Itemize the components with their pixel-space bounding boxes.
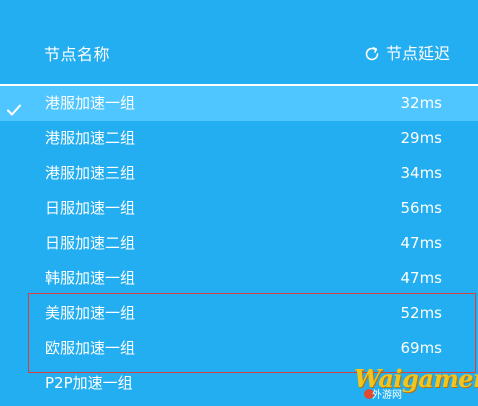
node-name: 欧服加速一组	[45, 339, 136, 357]
refresh-icon	[363, 45, 381, 63]
node-name: 日服加速一组	[45, 199, 136, 217]
node-name: 日服加速二组	[45, 234, 136, 252]
node-latency: 52ms	[400, 304, 442, 322]
node-latency: 32ms	[400, 94, 442, 112]
node-name: 美服加速一组	[45, 304, 136, 322]
watermark-text: Waigamer	[354, 364, 478, 393]
node-latency: 47ms	[400, 269, 442, 287]
node-latency: 29ms	[400, 129, 442, 147]
node-latency: 34ms	[400, 164, 442, 182]
node-row-hk-1[interactable]: 港服加速一组 32ms	[0, 86, 478, 121]
node-row-jp-1[interactable]: 日服加速一组 56ms	[0, 191, 478, 226]
node-latency-column-header: 节点延迟	[385, 44, 450, 63]
node-row-kr-1[interactable]: 韩服加速一组 47ms	[0, 261, 478, 296]
node-name: 韩服加速一组	[45, 269, 136, 287]
checkmark-icon	[6, 96, 22, 116]
node-row-hk-2[interactable]: 港服加速二组 29ms	[0, 121, 478, 156]
node-name: 港服加速一组	[45, 94, 136, 112]
node-latency: 56ms	[400, 199, 442, 217]
node-latency: 69ms	[400, 339, 442, 357]
refresh-latency-button[interactable]: 节点延迟	[363, 44, 450, 64]
node-name-column-header: 节点名称	[44, 45, 111, 64]
node-name: 港服加速三组	[45, 164, 136, 182]
node-list: 港服加速一组 32ms 港服加速二组 29ms 港服加速三组 34ms 日服加速…	[0, 86, 478, 401]
node-name: 港服加速二组	[45, 129, 136, 147]
node-row-jp-2[interactable]: 日服加速二组 47ms	[0, 226, 478, 261]
node-row-eu-1[interactable]: 欧服加速一组 69ms	[0, 331, 478, 366]
node-name: P2P加速一组	[45, 374, 133, 392]
node-row-hk-3[interactable]: 港服加速三组 34ms	[0, 156, 478, 191]
watermark-logo: Waigamer 外游网	[354, 366, 478, 402]
watermark-subtext: 外游网	[372, 390, 402, 401]
node-latency: 47ms	[400, 234, 442, 252]
list-header: 节点名称 节点延迟	[0, 0, 478, 84]
node-row-us-1[interactable]: 美服加速一组 52ms	[0, 296, 478, 331]
